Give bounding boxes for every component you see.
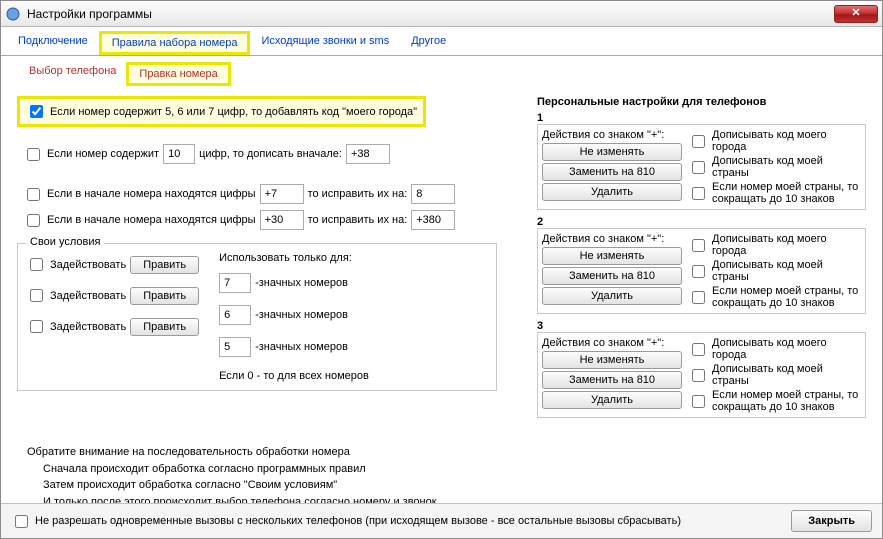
tab-dial-rules[interactable]: Правила набора номера xyxy=(99,31,251,55)
chk-start1[interactable] xyxy=(27,188,40,201)
btn-delete-1[interactable]: Удалить xyxy=(542,183,682,201)
inp-own-1-digits[interactable] xyxy=(219,273,251,293)
main-city-code-rule: Если номер содержит 5, 6 или 7 цифр, то … xyxy=(17,96,426,127)
personal-block-3: 3 Действия со знаком "+": Не изменять За… xyxy=(537,320,866,418)
chk-city-code-label: Если номер содержит 5, 6 или 7 цифр, то … xyxy=(50,106,417,118)
lbl-start1-pre: Если в начале номера находятся цифры xyxy=(47,188,256,200)
tab-connection[interactable]: Подключение xyxy=(7,31,99,55)
chk-city-3[interactable] xyxy=(692,343,705,356)
chk-city-code[interactable] xyxy=(30,105,43,118)
chk-city-2[interactable] xyxy=(692,239,705,252)
close-icon[interactable]: ✕ xyxy=(834,5,878,23)
lbl-digits-mid: цифр, то дописать вначале: xyxy=(199,148,342,160)
chk-trim-2[interactable] xyxy=(692,291,705,304)
own-rule-1: Задействовать xyxy=(26,255,126,274)
lbl-start2-pre: Если в начале номера находятся цифры xyxy=(47,214,256,226)
inp-start2-old[interactable] xyxy=(260,210,304,230)
content-area: Если номер содержит 5, 6 или 7 цифр, то … xyxy=(1,86,882,503)
chk-country-1[interactable] xyxy=(692,161,705,174)
subtabs: Выбор телефона Правка номера xyxy=(1,56,882,86)
footer: Не разрешать одновременные вызовы с неск… xyxy=(1,503,882,538)
inp-own-3-digits[interactable] xyxy=(219,337,251,357)
btn-edit-1[interactable]: Править xyxy=(130,256,199,274)
btn-keep-2[interactable]: Не изменять xyxy=(542,247,682,265)
only-for-label: Использовать только для: xyxy=(219,252,369,264)
lbl-start1-mid: то исправить их на: xyxy=(308,188,408,200)
inp-digits-count[interactable] xyxy=(163,144,195,164)
settings-window: Настройки программы ✕ Подключение Правил… xyxy=(0,0,883,539)
chk-digits-rule[interactable] xyxy=(27,148,40,161)
close-button[interactable]: Закрыть xyxy=(791,510,872,532)
subtab-phone-select[interactable]: Выбор телефона xyxy=(19,62,126,86)
personal-block-1: 1 Действия со знаком "+": Не изменять За… xyxy=(537,112,866,210)
chk-city-1[interactable] xyxy=(692,135,705,148)
btn-replace-1[interactable]: Заменить на 810 xyxy=(542,163,682,181)
chk-disallow-multi[interactable] xyxy=(15,515,28,528)
personal-block-2: 2 Действия со знаком "+": Не изменять За… xyxy=(537,216,866,314)
btn-delete-3[interactable]: Удалить xyxy=(542,391,682,409)
chk-own-1[interactable] xyxy=(30,258,43,271)
inp-start1-old[interactable] xyxy=(260,184,304,204)
lbl-digits-pre: Если номер содержит xyxy=(47,148,159,160)
btn-delete-2[interactable]: Удалить xyxy=(542,287,682,305)
chk-trim-3[interactable] xyxy=(692,395,705,408)
btn-keep-1[interactable]: Не изменять xyxy=(542,143,682,161)
titlebar: Настройки программы ✕ xyxy=(1,1,882,27)
tab-other[interactable]: Другое xyxy=(400,31,457,55)
inp-start1-new[interactable] xyxy=(411,184,455,204)
own-rule-2: Задействовать xyxy=(26,286,126,305)
chk-trim-1[interactable] xyxy=(692,187,705,200)
lbl-start2-mid: то исправить их на: xyxy=(308,214,408,226)
btn-edit-3[interactable]: Править xyxy=(130,318,199,336)
btn-replace-3[interactable]: Заменить на 810 xyxy=(542,371,682,389)
subtab-number-edit[interactable]: Правка номера xyxy=(126,62,230,86)
tab-outgoing[interactable]: Исходящие звонки и sms xyxy=(250,31,400,55)
btn-replace-2[interactable]: Заменить на 810 xyxy=(542,267,682,285)
tabs-main: Подключение Правила набора номера Исходя… xyxy=(1,27,882,56)
chk-own-3[interactable] xyxy=(30,320,43,333)
window-title: Настройки программы xyxy=(27,7,834,21)
zero-note: Если 0 - то для всех номеров xyxy=(219,370,369,382)
inp-digits-prefix[interactable] xyxy=(346,144,390,164)
footer-disallow-row: Не разрешать одновременные вызовы с неск… xyxy=(11,512,681,531)
own-rule-3: Задействовать xyxy=(26,317,126,336)
personal-title: Персональные настройки для телефонов xyxy=(537,96,866,108)
chk-start2[interactable] xyxy=(27,214,40,227)
chk-country-2[interactable] xyxy=(692,265,705,278)
app-icon xyxy=(5,6,21,22)
inp-own-2-digits[interactable] xyxy=(219,305,251,325)
chk-own-2[interactable] xyxy=(30,289,43,302)
notes: Обратите внимание на последовательность … xyxy=(17,444,866,503)
btn-edit-2[interactable]: Править xyxy=(130,287,199,305)
inp-start2-new[interactable] xyxy=(411,210,455,230)
chk-country-3[interactable] xyxy=(692,369,705,382)
own-rules-legend: Свои условия xyxy=(26,236,104,248)
btn-keep-3[interactable]: Не изменять xyxy=(542,351,682,369)
